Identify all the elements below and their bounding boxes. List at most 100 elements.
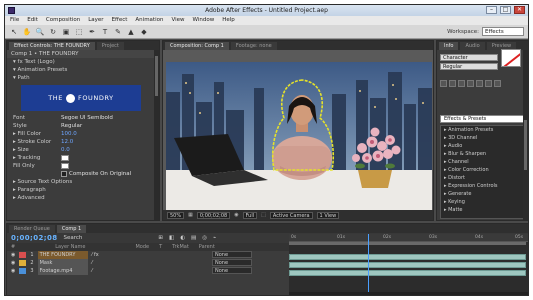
- menu-edit[interactable]: Edit: [27, 16, 38, 25]
- advanced-group[interactable]: ▸ Advanced: [7, 194, 159, 202]
- hand-tool-icon[interactable]: ✋: [23, 27, 32, 36]
- timeline-graph-area[interactable]: 0s 01s 02s 03s 04s 05s: [289, 234, 528, 295]
- view-layout-select[interactable]: 1 View: [316, 211, 340, 219]
- effects-search-input[interactable]: Effects & Presets: [440, 115, 526, 123]
- list-item[interactable]: ▸ Distort: [441, 174, 523, 182]
- layer-visibility-icon[interactable]: ◉: [11, 259, 15, 267]
- list-item[interactable]: ▸ Expression Controls: [441, 182, 523, 190]
- justify-icon[interactable]: [467, 80, 474, 87]
- current-time-display[interactable]: 0;00;02;08: [196, 211, 231, 219]
- tab-audio[interactable]: Audio: [460, 42, 485, 50]
- tracking-swatch[interactable]: [61, 154, 69, 161]
- snapshot-icon[interactable]: ◉: [234, 212, 238, 218]
- right-panel-scroll-thumb[interactable]: [524, 120, 527, 170]
- color-swatch-icon[interactable]: [501, 48, 521, 67]
- list-item[interactable]: ▸ Channel: [441, 158, 523, 166]
- workspace-select[interactable]: Effects: [482, 27, 524, 36]
- region-of-interest-icon[interactable]: ⬚: [261, 212, 266, 218]
- layer-switches-icon[interactable]: ⁄ fx: [92, 251, 99, 259]
- puppet-tool-icon[interactable]: ◆: [140, 27, 148, 36]
- menu-view[interactable]: View: [171, 16, 184, 25]
- font-select[interactable]: Segoe UI Semibold: [61, 114, 113, 122]
- menu-window[interactable]: Window: [193, 16, 215, 25]
- layer-parent-select[interactable]: None: [212, 259, 252, 266]
- grid-icon[interactable]: ▦: [188, 212, 193, 218]
- camera-select[interactable]: Active Camera: [269, 211, 313, 219]
- tab-composition[interactable]: Composition: Comp 1: [165, 42, 229, 50]
- list-item[interactable]: ▸ Audio: [441, 142, 523, 150]
- layer-parent-select[interactable]: None: [212, 251, 252, 258]
- layer-label-color[interactable]: [19, 268, 27, 274]
- menu-file[interactable]: File: [10, 16, 19, 25]
- playhead[interactable]: [368, 234, 369, 295]
- layer-bar[interactable]: [289, 254, 526, 260]
- effect-group-text[interactable]: ▾ fx Text (Logo): [7, 58, 159, 66]
- paragraph-group[interactable]: ▸ Paragraph: [7, 186, 159, 194]
- list-item[interactable]: ▸ Blur & Sharpen: [441, 150, 523, 158]
- list-item[interactable]: ▸ Generate: [441, 190, 523, 198]
- type-tool-icon[interactable]: T: [101, 27, 109, 36]
- selection-tool-icon[interactable]: ↖: [10, 27, 18, 36]
- work-area-bar[interactable]: [289, 242, 526, 245]
- fill-only-swatch[interactable]: [61, 162, 69, 169]
- fill-color-value[interactable]: 100.0: [61, 130, 77, 138]
- tab-project[interactable]: Project: [96, 42, 124, 50]
- shy-layers-icon[interactable]: ◐: [180, 235, 185, 241]
- list-item[interactable]: ▸ Color Correction: [441, 166, 523, 174]
- layer-name[interactable]: Mask: [37, 259, 88, 267]
- layer-name[interactable]: THE FOUNDRY: [37, 251, 88, 259]
- layer-visibility-icon[interactable]: ◉: [11, 267, 15, 275]
- tab-info[interactable]: Info: [439, 42, 459, 50]
- composite-checkbox[interactable]: [61, 170, 67, 177]
- list-item[interactable]: ▸ Matte: [441, 206, 523, 214]
- mask-tool-icon[interactable]: ⬚: [75, 27, 83, 36]
- space-icon[interactable]: [485, 80, 492, 87]
- timeline-scrollbar[interactable]: [289, 292, 528, 295]
- effect-group-path[interactable]: ▾ Path: [7, 74, 159, 82]
- zoom-tool-icon[interactable]: 🔍: [36, 27, 45, 36]
- composition-frame[interactable]: [166, 62, 432, 212]
- clone-tool-icon[interactable]: ▲: [127, 27, 135, 36]
- layer-label-color[interactable]: [19, 260, 27, 266]
- tracking-icon[interactable]: [494, 80, 501, 87]
- brush-tool-icon[interactable]: ✎: [114, 27, 122, 36]
- menu-layer[interactable]: Layer: [88, 16, 103, 25]
- list-item[interactable]: ▸ Keying: [441, 198, 523, 206]
- style-select[interactable]: Regular: [61, 122, 82, 130]
- menu-help[interactable]: Help: [222, 16, 235, 25]
- menu-effect[interactable]: Effect: [112, 16, 128, 25]
- layer-name[interactable]: Footage.mp4: [37, 267, 88, 275]
- size-value[interactable]: 0.0: [61, 146, 70, 154]
- frame-blending-icon[interactable]: ▤: [191, 235, 196, 241]
- camera-tool-icon[interactable]: ▣: [62, 27, 70, 36]
- layer-parent-select[interactable]: None: [212, 267, 252, 274]
- layer-bar[interactable]: [289, 262, 526, 268]
- time-ruler[interactable]: 0s 01s 02s 03s 04s 05s: [289, 234, 528, 242]
- draft-3d-icon[interactable]: ◧: [169, 235, 174, 241]
- layer-visibility-icon[interactable]: ◉: [11, 251, 15, 259]
- pen-tool-icon[interactable]: ✒: [88, 27, 96, 36]
- align-right-icon[interactable]: [458, 80, 465, 87]
- right-panel-scrollbar[interactable]: [523, 50, 528, 220]
- menu-animation[interactable]: Animation: [135, 16, 163, 25]
- tab-effect-controls[interactable]: Effect Controls: THE FOUNDRY: [9, 42, 95, 50]
- effects-scrollbar[interactable]: [154, 50, 159, 220]
- character-style-select[interactable]: Regular: [440, 63, 498, 70]
- graph-editor-icon[interactable]: ⌁: [213, 235, 216, 241]
- resolution-select[interactable]: Full: [242, 211, 258, 219]
- stroke-color-value[interactable]: 12.0: [61, 138, 73, 146]
- rotate-tool-icon[interactable]: ↻: [49, 27, 57, 36]
- effects-scroll-thumb[interactable]: [155, 56, 158, 96]
- timeline-search-input[interactable]: Search: [64, 235, 83, 241]
- align-left-icon[interactable]: [440, 80, 447, 87]
- minimize-button[interactable]: –: [486, 6, 497, 14]
- menu-composition[interactable]: Composition: [46, 16, 80, 25]
- indent-icon[interactable]: [476, 80, 483, 87]
- effect-group-animation-presets[interactable]: ▾ Animation Presets: [7, 66, 159, 74]
- layer-switches-icon[interactable]: ⁄: [92, 259, 93, 267]
- comp-mini-flowchart-icon[interactable]: ⊞: [158, 235, 163, 241]
- timeline-timecode[interactable]: 0;00;02;08: [11, 234, 58, 242]
- tab-render-queue[interactable]: Render Queue: [9, 225, 55, 233]
- composition-viewer[interactable]: [163, 50, 433, 212]
- layer-label-color[interactable]: [19, 252, 27, 258]
